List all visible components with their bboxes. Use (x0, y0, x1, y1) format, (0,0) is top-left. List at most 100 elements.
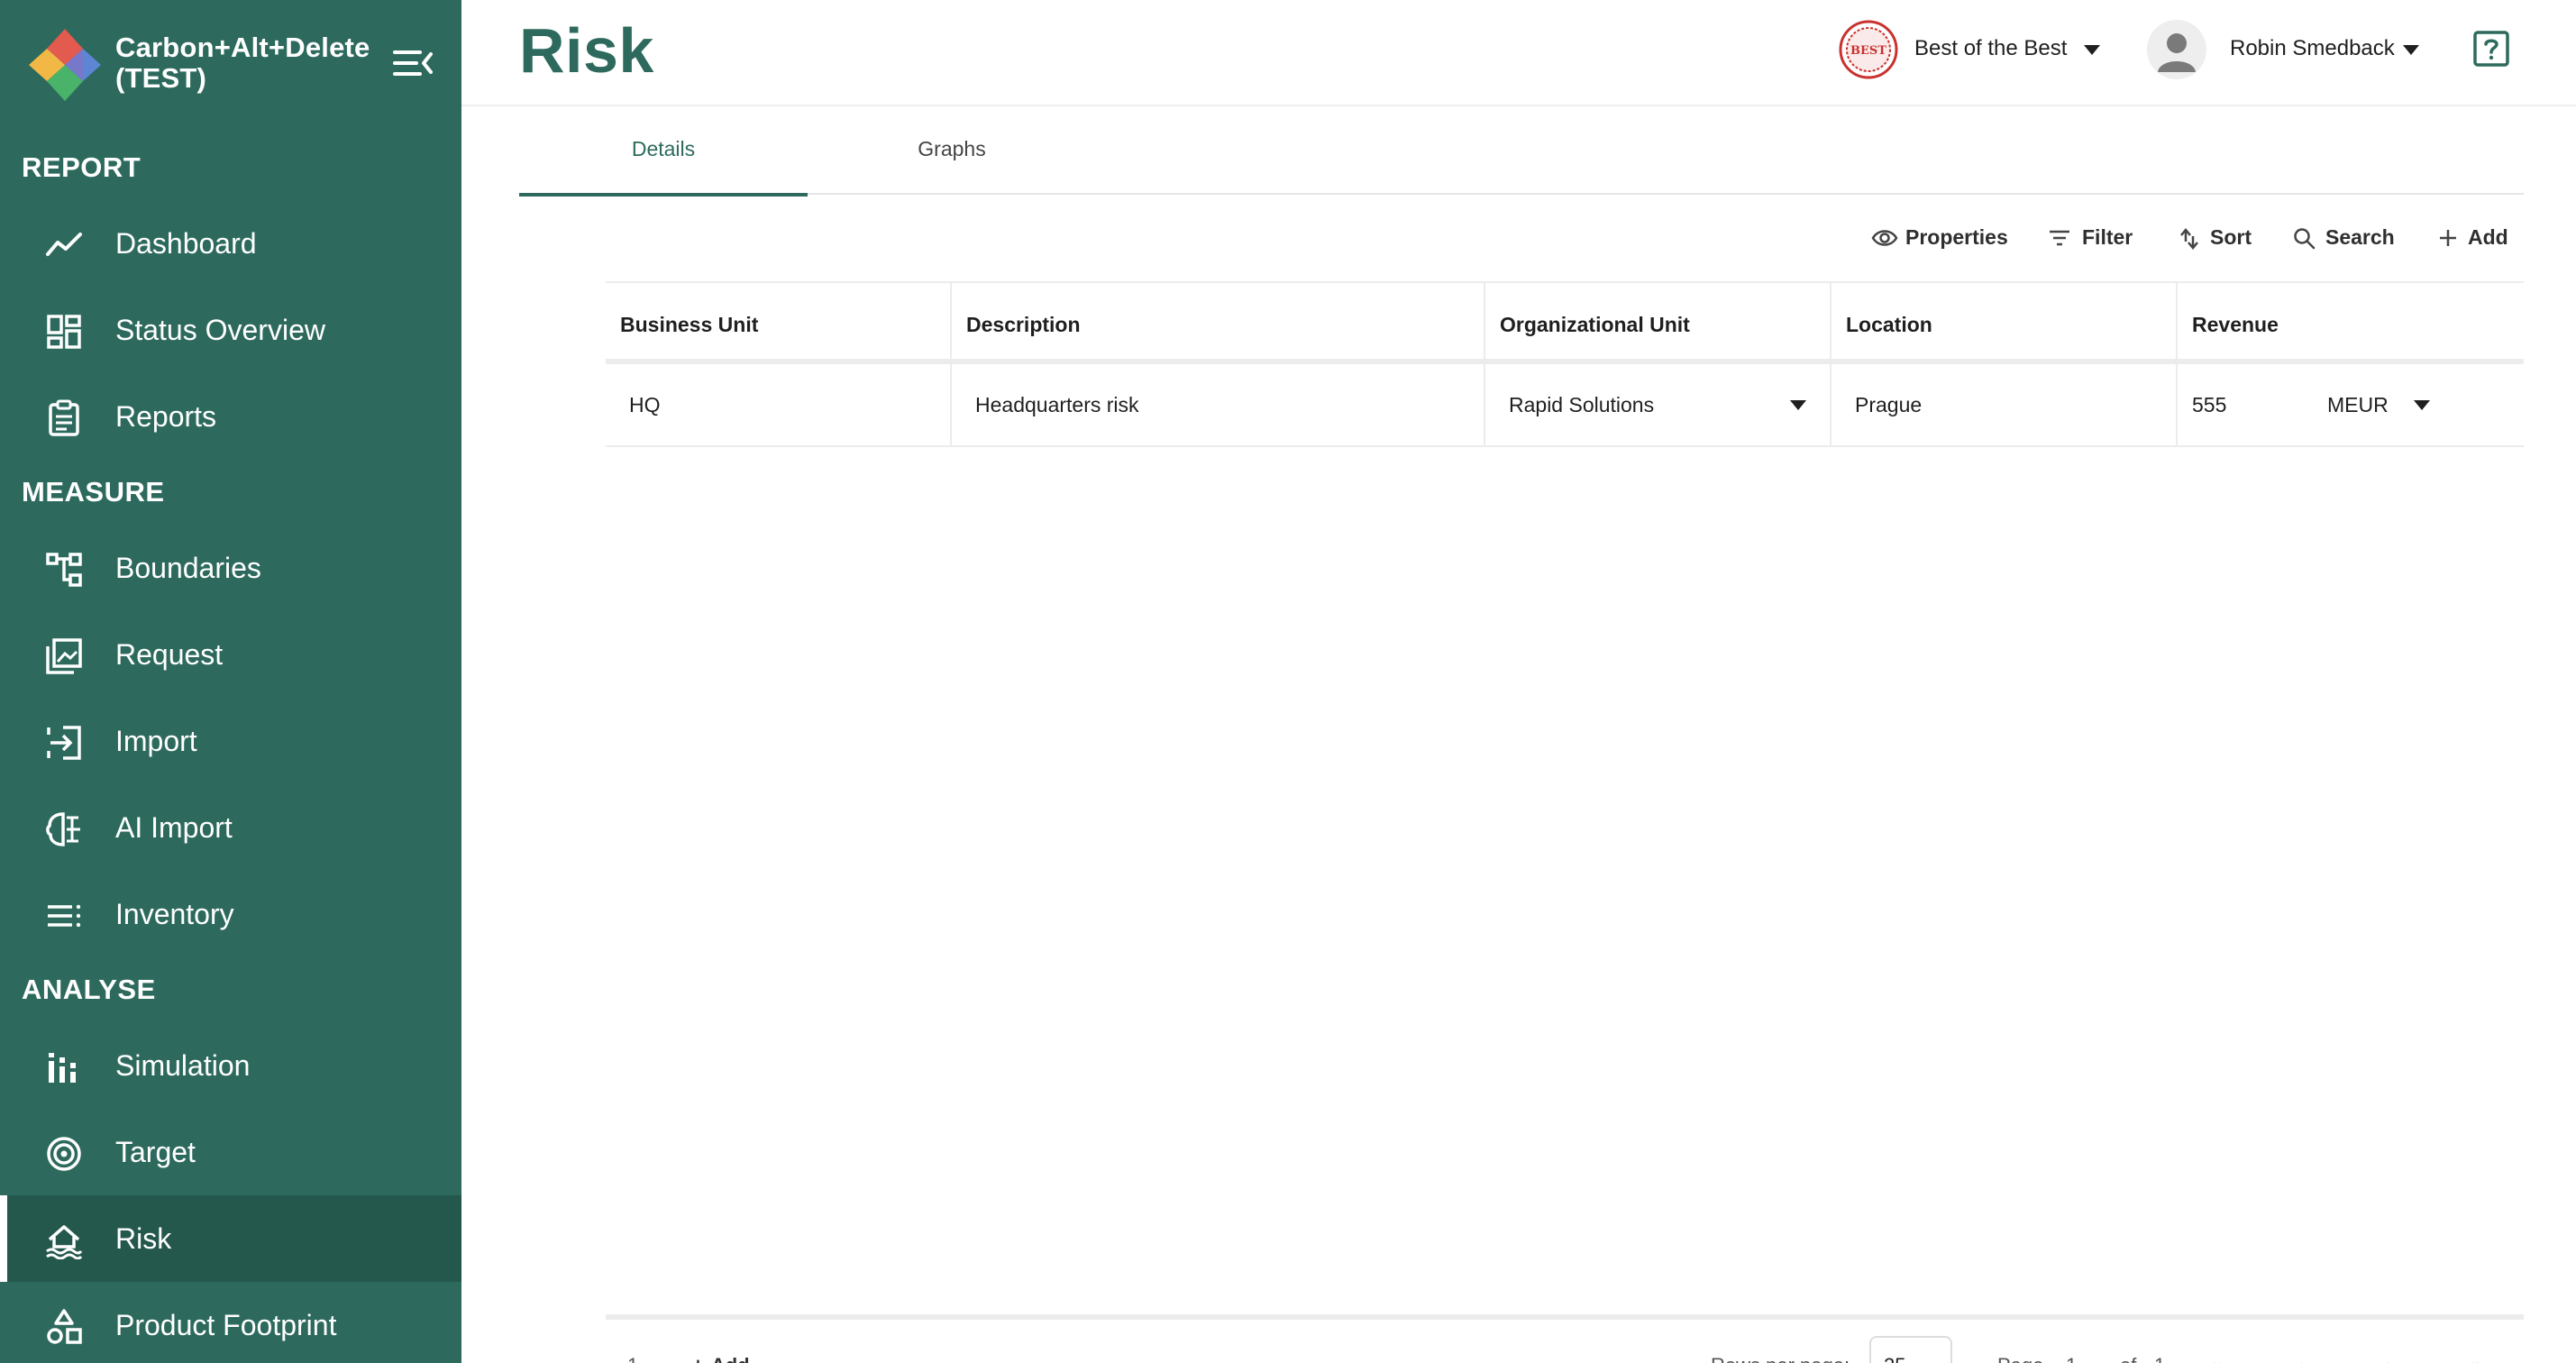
currency-select[interactable]: MEUR (2327, 364, 2435, 445)
sidebar-item-label: Status Overview (115, 314, 325, 346)
sidebar-item-import[interactable]: Import (0, 698, 461, 784)
eye-icon (1871, 230, 1898, 246)
next-page-button[interactable]: › (2387, 1354, 2393, 1363)
user-icon (2158, 33, 2196, 72)
search-icon (2294, 228, 2316, 250)
flood-house-icon (46, 1225, 83, 1259)
hierarchy-icon (46, 553, 82, 587)
avatar (2147, 20, 2206, 79)
sidebar-item-request[interactable]: Request (0, 611, 461, 698)
section-analyse: ANALYSE (22, 974, 156, 1005)
current-page[interactable]: 1 (2066, 1354, 2077, 1363)
user-menu[interactable]: Robin Smedback (2147, 18, 2435, 81)
first-page-button[interactable]: « (2210, 1354, 2221, 1363)
organization-logo-text: BEST (1850, 44, 1886, 58)
organizational-unit-value: Rapid Solutions (1509, 393, 1655, 416)
page-label: Page (1997, 1354, 2043, 1363)
target-icon (47, 1137, 81, 1171)
bar-chart-icon (49, 1053, 76, 1083)
tab-details[interactable]: Details (519, 117, 808, 197)
organization-logo-icon: BEST (1839, 20, 1898, 79)
properties-label: Properties (1905, 225, 2008, 249)
total-pages: 1 (2154, 1354, 2165, 1363)
ai-brain-icon (46, 812, 80, 846)
dashboard-grid-icon (47, 315, 81, 349)
brand-logo-icon (29, 29, 101, 101)
cell-description[interactable]: Headquarters risk (952, 364, 1485, 445)
sidebar-item-target[interactable]: Target (0, 1109, 461, 1195)
column-header-description[interactable]: Description (952, 283, 1485, 361)
sidebar-item-label: AI Import (115, 811, 233, 844)
footer-add-button[interactable]: + Add (692, 1354, 773, 1363)
table-row: HQ Headquarters risk Rapid Solutions Pra… (606, 364, 2524, 447)
revenue-value[interactable]: 555 (2192, 364, 2226, 445)
user-name: Robin Smedback (2230, 36, 2395, 60)
plus-icon (2440, 230, 2456, 246)
sidebar-item-product-footprint[interactable]: Product Footprint (0, 1282, 461, 1363)
column-header-business-unit[interactable]: Business Unit (606, 283, 952, 361)
sidebar-item-label: Product Footprint (115, 1309, 337, 1341)
page-title: Risk (519, 15, 654, 86)
organizational-unit-select[interactable]: Rapid Solutions (1485, 364, 1832, 445)
column-header-organizational-unit[interactable]: Organizational Unit (1485, 283, 1832, 361)
import-icon (47, 726, 81, 760)
table-header: Business Unit Description Organizational… (606, 281, 2524, 364)
sidebar-item-risk[interactable]: Risk (0, 1195, 461, 1282)
currency-value: MEUR (2327, 393, 2389, 416)
column-header-revenue[interactable]: Revenue (2178, 283, 2524, 361)
of-label: of (2120, 1354, 2136, 1363)
chevron-down-icon (1790, 400, 1806, 410)
chevron-down-icon (2414, 400, 2430, 410)
tab-graphs[interactable]: Graphs (808, 117, 1096, 195)
table-footer: 1 + Add Rows per page: 25 Page 1 of 1 « ‹… (606, 1314, 2524, 1363)
trend-line-icon (46, 233, 82, 256)
sidebar: Carbon+Alt+Delete (TEST) REPORT Dashboar… (0, 0, 461, 1363)
column-header-location[interactable]: Location (1832, 283, 2178, 361)
previous-page-button[interactable]: ‹ (2297, 1354, 2303, 1363)
shapes-icon (47, 1309, 82, 1344)
table-toolbar: Properties Filter Sort Search Add (1857, 220, 2524, 256)
sidebar-item-simulation[interactable]: Simulation (0, 1022, 461, 1109)
add-label: Add (2468, 225, 2508, 249)
rows-per-page-label: Rows per page: (1711, 1354, 1850, 1363)
sort-icon (2180, 228, 2198, 250)
row-count: 1 (627, 1354, 638, 1363)
sidebar-item-ai-import[interactable]: AI Import (0, 784, 461, 871)
chevron-down-icon (2084, 45, 2100, 55)
cell-business-unit[interactable]: HQ (606, 364, 952, 445)
sidebar-item-inventory[interactable]: Inventory (0, 871, 461, 957)
rows-per-page-select[interactable]: 25 (1869, 1336, 1952, 1363)
sort-button[interactable]: Sort (2178, 220, 2259, 256)
search-button[interactable]: Search (2293, 220, 2410, 256)
menu-collapse-icon (393, 50, 433, 76)
cell-location[interactable]: Prague (1832, 364, 2178, 445)
sort-label: Sort (2210, 225, 2252, 249)
filter-icon (2050, 230, 2069, 246)
image-stack-icon (46, 638, 82, 674)
list-icon (48, 904, 81, 928)
sidebar-item-label: Boundaries (115, 552, 261, 584)
sidebar-item-status-overview[interactable]: Status Overview (0, 287, 461, 373)
rows-per-page-value: 25 (1884, 1354, 1905, 1363)
section-report: REPORT (22, 151, 142, 183)
organization-name: Best of the Best (1914, 36, 2068, 60)
help-button[interactable] (2473, 31, 2509, 67)
plus-icon: + (692, 1354, 704, 1363)
sidebar-item-label: Reports (115, 400, 217, 433)
filter-button[interactable]: Filter (2048, 220, 2147, 256)
last-page-button[interactable]: » (2471, 1354, 2482, 1363)
footer-add-label: Add (711, 1354, 750, 1363)
brand: Carbon+Alt+Delete (TEST) (27, 25, 451, 101)
collapse-sidebar-button[interactable] (389, 43, 438, 83)
sidebar-item-label: Simulation (115, 1049, 251, 1082)
filter-label: Filter (2082, 225, 2133, 249)
add-button[interactable]: Add (2437, 220, 2518, 256)
chevron-down-icon (2403, 45, 2419, 55)
sidebar-item-label: Import (115, 725, 197, 757)
sidebar-item-dashboard[interactable]: Dashboard (0, 200, 461, 287)
tab-bar: Details Graphs (519, 117, 2524, 197)
properties-button[interactable]: Properties (1871, 220, 2042, 256)
sidebar-item-boundaries[interactable]: Boundaries (0, 525, 461, 611)
organization-selector[interactable]: BEST Best of the Best (1839, 18, 2109, 81)
sidebar-item-reports[interactable]: Reports (0, 373, 461, 460)
